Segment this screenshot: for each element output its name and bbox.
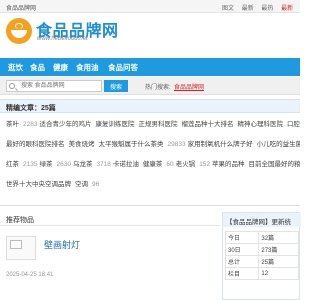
tag-count: 2135 <box>23 161 38 168</box>
tag-link[interactable]: 家用制氧机什么牌子好 <box>188 141 253 148</box>
article-date: 2025-04-25 18:41 <box>6 272 54 278</box>
site-logo[interactable]: 食品品牌网 www.hebeifood.net <box>6 16 118 46</box>
table-cell: 今日 <box>224 231 260 244</box>
article-thumbnail[interactable] <box>6 236 36 260</box>
section-header: 精编文章：25篇 <box>0 99 300 113</box>
top-bar: 食品品牌网 图文 最新 最热 最新 <box>0 0 300 13</box>
tag-link[interactable]: 太平猴魁属于什么茶类 <box>99 141 164 148</box>
tag-link[interactable]: 绿茶 <box>39 161 52 168</box>
nav-item-food-drink[interactable]: 逛饮 <box>8 62 23 73</box>
tag-link[interactable]: 红茶 <box>6 161 19 168</box>
top-links: 图文 最新 最热 最新 <box>222 3 299 12</box>
table-row: 栏目 12 <box>224 267 299 280</box>
table-cell: 25篇 <box>258 255 299 268</box>
tag-count: 96 <box>92 181 100 188</box>
tag-link[interactable]: 目前全国最好的粮品种 <box>249 161 301 168</box>
tag-link[interactable]: 正规男科医院 <box>138 121 177 128</box>
table-row: 总计 25篇 <box>224 255 299 268</box>
stats-box-title: 【食品品牌网】更新统 <box>223 213 301 227</box>
list-item[interactable]: 壁画射灯 2025-04-25 18:41 <box>6 236 206 292</box>
tag-list: 茶叶 2283 适合青少年的鸡片 康复训练医院 正规男科医院 榴莲品种十大排名 精神心理科医… <box>6 118 300 198</box>
tag-link[interactable]: 适合青少年的鸡片 <box>39 121 91 128</box>
tag-link[interactable]: 茶叶 <box>6 121 19 128</box>
table-cell: 32篇 <box>258 231 299 244</box>
logo-subtitle: www.hebeifood.net <box>37 36 88 42</box>
bowl-logo-icon <box>6 18 32 44</box>
tag-row: 茶叶 2283 适合青少年的鸡片 康复训练医院 正规男科医院 榴莲品种十大排名 精神心理科医… <box>6 118 300 131</box>
tag-link[interactable]: 健康茶 <box>143 161 163 168</box>
tag-link[interactable]: 空调 <box>75 181 88 188</box>
site-label: 食品品牌网 <box>6 6 37 12</box>
nav-item-food-qa[interactable]: 食品问答 <box>108 62 138 73</box>
tag-link[interactable]: 美食烧烤 <box>69 141 95 148</box>
table-cell: 栏目 <box>224 267 260 280</box>
tag-count: 152 <box>199 161 210 168</box>
table-cell: 总计 <box>224 255 260 268</box>
search-bar: 搜索 热门搜索: 食品品牌网 <box>0 77 300 95</box>
top-link-images[interactable]: 图文 <box>222 6 234 12</box>
nav-item-food[interactable]: 食品 <box>30 62 45 73</box>
tag-link[interactable]: 口腔科医院排名 <box>287 121 300 128</box>
recommend-header: 推荐物品 <box>0 212 220 226</box>
update-stats-box: 【食品品牌网】更新统 今日 32篇 30日 273篇 总计 25篇 栏目 12 <box>222 212 301 300</box>
table-row: 30日 273篇 <box>224 243 299 256</box>
tag-link[interactable]: 康复训练医院 <box>95 121 134 128</box>
hot-search-label: 热门搜索: <box>145 85 171 91</box>
table-cell: 12 <box>258 267 299 280</box>
table-cell: 273篇 <box>258 243 299 256</box>
tag-link[interactable]: 老火锅 <box>176 161 196 168</box>
article-title[interactable]: 壁画射灯 <box>44 238 80 251</box>
tag-link[interactable]: 小儿吃的益生菌哪种好 <box>257 141 300 148</box>
tag-row: 世界十大中央空调品牌 空调 96 <box>6 178 101 191</box>
main-nav: 逛饮 食品 健康 食用油 食品问答 <box>0 58 300 76</box>
top-link-hot[interactable]: 最热 <box>261 6 273 12</box>
tag-link[interactable]: 卡诺拉油 <box>113 161 139 168</box>
tag-row: 最好的眼科医院排名 美食烧烤 太平猴魁属于什么茶类 29833 家用制氧机什么牌子好 小儿… <box>6 138 300 151</box>
tag-link[interactable]: 榴莲品种十大排名 <box>181 121 233 128</box>
section-title: 精编文章：25篇 <box>6 105 56 112</box>
tag-link[interactable]: 精神心理科医院 <box>237 121 283 128</box>
nav-item-cooking-oil[interactable]: 食用油 <box>76 62 99 73</box>
hot-search-link[interactable]: 食品品牌网 <box>174 82 204 91</box>
table-row: 今日 32篇 <box>224 231 299 244</box>
search-button[interactable]: 搜索 <box>104 80 128 92</box>
tag-count: 2283 <box>23 121 38 128</box>
table-cell: 30日 <box>224 243 260 256</box>
top-link-latest[interactable]: 最新 <box>242 6 254 12</box>
search-icon <box>9 83 15 89</box>
tag-count: 29833 <box>167 141 186 148</box>
tag-row: 红茶 2135 绿茶 2630 乌龙茶 3718 卡诺拉油 健康茶 60 老火锅 152 苹果的品种目… <box>6 158 300 171</box>
tag-link[interactable]: 苹果的品种 <box>212 161 245 168</box>
search-input[interactable] <box>6 80 102 92</box>
tag-link[interactable]: 最好的眼科医院排名 <box>6 141 65 148</box>
tag-count: 60 <box>166 161 174 168</box>
recommend-title: 推荐物品 <box>6 217 34 224</box>
tag-link[interactable]: 乌龙茶 <box>73 161 93 168</box>
tag-count: 2630 <box>56 161 71 168</box>
tag-count: 3718 <box>96 161 111 168</box>
stats-table: 今日 32篇 30日 273篇 总计 25篇 栏目 12 <box>224 231 299 280</box>
top-link-new[interactable]: 最新 <box>281 6 293 12</box>
nav-item-health[interactable]: 健康 <box>53 62 68 73</box>
divider <box>0 205 300 206</box>
tag-link[interactable]: 世界十大中央空调品牌 <box>6 181 71 188</box>
